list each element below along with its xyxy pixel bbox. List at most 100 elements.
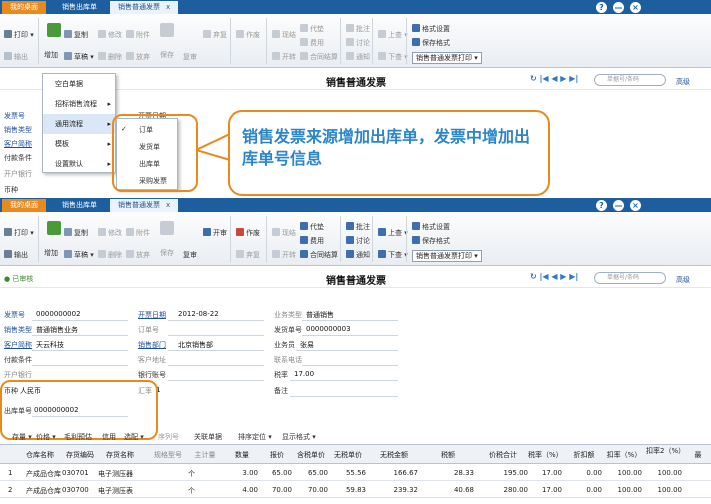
copy-button[interactable]: 复制 [64,228,88,238]
open-review-button[interactable]: 开审 [203,228,227,238]
sale-type-value[interactable]: 普通销售业务 [36,325,78,335]
notify-button[interactable]: 通知 [346,52,370,62]
advanced-link[interactable]: 高级 [676,77,690,87]
col-header[interactable]: 最 [690,451,706,459]
help-icon[interactable]: ? [596,200,607,211]
modify-button[interactable]: 修改 [98,30,122,40]
cell-warehouse[interactable]: 产成品仓库 [26,469,61,479]
invoice-no-value[interactable]: 0000000002 [36,310,81,318]
cell-d2[interactable]: 100.00 [646,469,683,477]
cell-tax-price[interactable]: 70.00 [294,486,328,494]
col-header[interactable]: 税额 [422,451,474,459]
abandon-button[interactable]: 放弃 [126,52,150,62]
review-button[interactable]: 复审 [183,250,197,260]
void-button[interactable]: 作废 [236,228,260,238]
cell-total[interactable]: 195.00 [478,469,529,477]
biz-type-value[interactable]: 普通销售 [306,310,334,320]
delete-button[interactable]: 删除 [98,52,122,62]
cell-tax[interactable]: 40.68 [422,486,474,494]
cell-unit[interactable]: 个 [188,469,195,479]
cell-d1[interactable]: 100.00 [606,469,643,477]
draft-button[interactable]: 草稿 ▾ [64,52,94,62]
void-button[interactable]: 作废 [236,30,260,40]
table-row[interactable]: 2 产成品仓库 030700 电子测压表 个 4.00 70.00 70.00 … [0,482,711,498]
format-settings-button[interactable]: 格式设置 [412,24,450,34]
output-button[interactable]: 输出 [4,250,28,260]
col-header[interactable]: 无税金额 [370,451,418,459]
contract-settle-button[interactable]: 合同结算 [300,250,338,260]
close-icon[interactable]: x [166,201,170,209]
col-header[interactable]: 无税单价 [330,451,366,459]
grid-btn-serial[interactable]: 序列号 [158,432,179,442]
open-date-value[interactable]: 2012-08-22 [178,310,219,318]
cell-unit[interactable]: 个 [188,486,195,496]
open-bill-button[interactable]: 开转 [272,52,296,62]
print-button[interactable]: 打印 ▾ [4,30,34,40]
approve-button[interactable]: 批注 [346,222,370,232]
cell-warehouse[interactable]: 产成品仓库 [26,486,61,496]
customer-label[interactable]: 客户简称 [4,139,32,149]
cell-rate[interactable]: 17.00 [528,469,562,477]
cash-button[interactable]: 现结 [272,228,296,238]
col-header[interactable]: 报价 [262,451,292,459]
tab-invoice[interactable]: 销售普通发票 x [110,199,179,212]
menu-template[interactable]: 模板 ▸ [43,134,115,154]
close-window-icon[interactable]: × [630,200,641,211]
review-button[interactable]: 复审 [183,52,197,62]
grid-btn-option[interactable]: 选配 ▾ [124,432,144,442]
cell-discount[interactable]: 0.00 [566,469,602,477]
grid-btn-display[interactable]: 显示格式 ▾ [282,432,316,442]
col-header[interactable]: 存货编码 [62,451,98,459]
cell-name[interactable]: 电子测压表 [98,486,133,496]
tab-invoice[interactable]: 销售普通发票 x [110,1,179,14]
cell-quote[interactable]: 70.00 [262,486,292,494]
query-up-button[interactable]: 上查 ▾ [378,30,408,40]
save-format-button[interactable]: 保存格式 [412,38,450,48]
cell-amount[interactable]: 239.32 [370,486,419,494]
search-input[interactable]: 单据号/条码 [594,74,666,86]
advanced-link[interactable]: 高级 [676,275,690,285]
close-window-icon[interactable]: × [630,2,641,13]
notify-button[interactable]: 通知 [346,250,370,260]
cell-amount[interactable]: 166.67 [370,469,419,477]
col-header[interactable]: 主计量 [190,451,220,459]
add-button[interactable]: 增加 [44,248,58,258]
fee-button[interactable]: 费用 [300,236,324,246]
discuss-button[interactable]: 讨论 [346,236,370,246]
col-header[interactable]: 含税单价 [294,451,328,459]
format-settings-button[interactable]: 格式设置 [412,222,450,232]
cash-button[interactable]: 现结 [272,30,296,40]
cell-code[interactable]: 030700 [62,486,89,494]
cancel-void-button[interactable]: 弃复 [236,250,260,260]
print-button[interactable]: 打印 ▾ [4,228,34,238]
output-button[interactable]: 输出 [4,52,28,62]
abandon-button[interactable]: 放弃 [126,250,150,260]
menu-set-default[interactable]: 设置默认 ▸ [43,154,115,174]
grid-btn-credit[interactable]: 信用 [102,432,116,442]
tab-outbound[interactable]: 销售出库单 [54,1,105,14]
query-down-button[interactable]: 下查 ▾ [378,250,408,260]
col-header[interactable]: 扣率（%） [606,451,642,459]
fee-button[interactable]: 费用 [300,38,324,48]
cell-name[interactable]: 电子测压器 [98,469,133,479]
pay-cost-button[interactable]: 代垫 [300,24,324,34]
grid-btn-related[interactable]: 关联单据 [194,432,222,442]
tab-desktop[interactable]: 我的桌面 [2,199,46,212]
col-header[interactable]: 税率（%） [528,451,563,459]
query-down-button[interactable]: 下查 ▾ [378,52,408,62]
cell-d1[interactable]: 100.00 [606,486,643,494]
cell-price[interactable]: 55.56 [330,469,366,477]
tax-rate-value[interactable]: 17.00 [294,370,314,378]
draft-button[interactable]: 草稿 ▾ [64,250,94,260]
dept-value[interactable]: 北京销售部 [178,340,213,350]
menu-tender-flow[interactable]: 招标销售流程 ▸ [43,94,115,114]
close-icon[interactable]: x [166,3,170,11]
grid-btn-price[interactable]: 价格 ▾ [36,432,56,442]
col-header[interactable]: 存货名称 [98,451,142,459]
cell-total[interactable]: 280.00 [478,486,529,494]
tab-outbound[interactable]: 销售出库单 [54,199,105,212]
minimize-icon[interactable]: — [613,200,624,211]
col-header[interactable]: 扣率2（%） [646,447,685,455]
save-format-button[interactable]: 保存格式 [412,236,450,246]
cell-quote[interactable]: 65.00 [262,469,292,477]
